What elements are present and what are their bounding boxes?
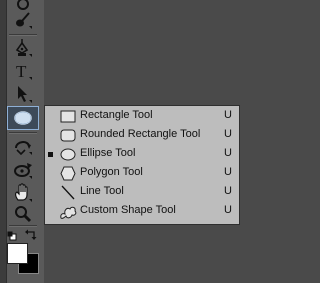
- ellipse-icon: [59, 146, 77, 163]
- default-colors-icon[interactable]: [7, 228, 17, 241]
- custom-shape-icon: [59, 203, 77, 220]
- menu-item-rectangle-tool[interactable]: Rectangle Tool U: [45, 107, 239, 126]
- menu-item-shortcut: U: [224, 185, 232, 197]
- pen-icon[interactable]: [7, 36, 39, 60]
- brush-icon[interactable]: [7, 8, 39, 32]
- menu-item-line-tool[interactable]: Line Tool U: [45, 183, 239, 202]
- 3d-rotate-icon[interactable]: [7, 134, 39, 158]
- menu-item-label: Rectangle Tool: [80, 109, 153, 121]
- ellipse-icon: [12, 109, 34, 127]
- magnifier-icon[interactable]: [7, 202, 39, 226]
- type-glyph: T: [16, 62, 27, 81]
- rounded-rectangle-icon: [59, 127, 77, 144]
- menu-item-label: Ellipse Tool: [80, 147, 136, 159]
- menu-item-label: Polygon Tool: [80, 166, 143, 178]
- menu-item-ellipse-tool[interactable]: Ellipse Tool U: [45, 145, 239, 164]
- swap-colors-icon[interactable]: [25, 227, 37, 240]
- panel-grip[interactable]: [0, 0, 7, 283]
- menu-item-shortcut: U: [224, 166, 232, 178]
- selected-indicator: [48, 152, 53, 157]
- line-icon: [59, 184, 77, 201]
- arrow-icon[interactable]: [7, 82, 39, 106]
- menu-item-label: Line Tool: [80, 185, 124, 197]
- type-icon[interactable]: T: [7, 59, 39, 83]
- menu-item-shortcut: U: [224, 147, 232, 159]
- menu-item-custom-shape-tool[interactable]: Custom Shape Tool U: [45, 202, 239, 221]
- menu-item-label: Custom Shape Tool: [80, 204, 176, 216]
- menu-item-label: Rounded Rectangle Tool: [80, 128, 201, 140]
- menu-item-polygon-tool[interactable]: Polygon Tool U: [45, 164, 239, 183]
- tools-panel: T: [0, 0, 44, 283]
- menu-item-shortcut: U: [224, 204, 232, 216]
- polygon-icon: [59, 165, 77, 182]
- shape-tools-flyout-menu: Rectangle Tool U Rounded Rectangle Tool …: [44, 105, 240, 225]
- menu-item-shortcut: U: [224, 109, 232, 121]
- menu-item-shortcut: U: [224, 128, 232, 140]
- 3d-orbit-icon[interactable]: [7, 158, 39, 182]
- foreground-color-swatch[interactable]: [7, 243, 28, 264]
- ellipse-tool-button[interactable]: [7, 106, 39, 130]
- menu-item-rounded-rectangle-tool[interactable]: Rounded Rectangle Tool U: [45, 126, 239, 145]
- rectangle-icon: [59, 108, 77, 125]
